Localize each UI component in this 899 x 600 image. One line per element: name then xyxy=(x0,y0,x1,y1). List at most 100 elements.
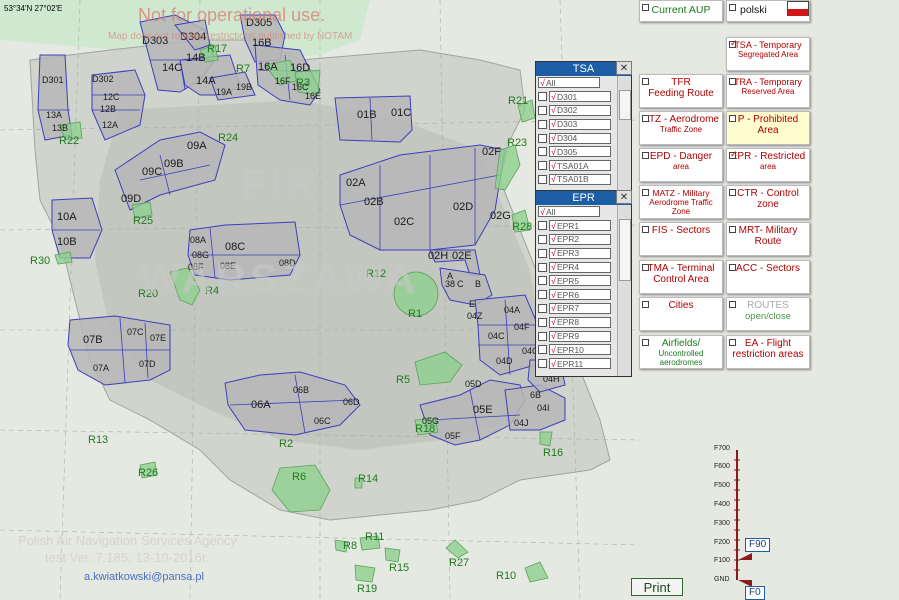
svg-text:02G: 02G xyxy=(490,210,511,222)
mrt-layer-button[interactable]: MRT- Military Route xyxy=(726,222,810,256)
epr-list: √ All √ EPR1 √ EPR2 √ EPR3 √ EPR4 √ EPR5 √ EPR6… xyxy=(536,205,631,376)
routes-checkbox[interactable] xyxy=(729,301,736,308)
tsa-popup-close-button[interactable]: ✕ xyxy=(616,61,632,75)
svg-text:R3: R3 xyxy=(296,77,310,89)
epr-scrollbar[interactable] xyxy=(617,205,631,376)
not-operational-warning: Not for operational use. xyxy=(138,5,326,25)
svg-text:R25: R25 xyxy=(133,215,153,227)
svg-text:R19: R19 xyxy=(357,583,377,595)
epr-popup: EPR ✕ √ All √ EPR1 √ EPR2 √ EPR3 √ EPR4 √ EPR5… xyxy=(535,190,632,377)
epd-checkbox[interactable] xyxy=(642,152,649,159)
svg-text:R24: R24 xyxy=(218,132,238,144)
language-checkbox[interactable] xyxy=(729,4,736,11)
svg-text:16A: 16A xyxy=(258,61,278,73)
acc-layer-button[interactable]: ACC - Sectors xyxy=(726,260,810,294)
tsa-list: √ All √ D301 √ D302 √ D303 √ D304 √ D305 √ TSA0… xyxy=(536,76,631,190)
epr-checkbox[interactable] xyxy=(729,149,738,160)
altitude-slider[interactable]: F700 F600 F500 F400 F300 F200 F100 GND xyxy=(700,440,790,600)
ea-checkbox[interactable] xyxy=(729,339,736,346)
svg-text:07A: 07A xyxy=(93,363,109,373)
svg-text:D302: D302 xyxy=(92,74,114,84)
svg-text:04Z: 04Z xyxy=(467,311,483,321)
svg-text:04F: 04F xyxy=(514,322,530,332)
svg-text:R21: R21 xyxy=(508,95,528,107)
upper-limit-handle[interactable] xyxy=(738,553,752,560)
altitude-tick-label: F400 xyxy=(714,501,730,508)
tsa-checkbox[interactable] xyxy=(729,38,738,49)
fis-layer-button[interactable]: FIS - Sectors xyxy=(639,222,723,256)
fir-name-label: WARSZAWA xyxy=(140,255,420,302)
prohibited-layer-button[interactable]: P - Prohibited Area xyxy=(726,111,810,145)
svg-text:R28: R28 xyxy=(512,221,532,233)
tsa-popup: TSA ✕ √ All √ D301 √ D302 √ D303 √ D304 √ D305… xyxy=(535,61,632,191)
tra-checkbox[interactable] xyxy=(729,78,736,85)
svg-text:02C: 02C xyxy=(394,216,414,228)
svg-text:09A: 09A xyxy=(187,140,207,152)
print-button[interactable]: Print xyxy=(631,578,683,596)
tsa-popup-title: TSA xyxy=(572,63,595,75)
prohibited-checkbox[interactable] xyxy=(729,115,736,122)
svg-text:R16: R16 xyxy=(543,447,563,459)
svg-text:14A: 14A xyxy=(196,75,216,87)
epr-layer-button[interactable]: EPR - Restrictedarea xyxy=(726,148,810,182)
ea-layer-button[interactable]: EA - Flight restriction areas xyxy=(726,335,810,369)
area-r19 xyxy=(354,564,376,583)
svg-text:02D: 02D xyxy=(453,201,473,213)
svg-text:10B: 10B xyxy=(57,236,77,248)
svg-text:6B: 6B xyxy=(530,390,541,400)
svg-text:07E: 07E xyxy=(150,333,166,343)
svg-text:C: C xyxy=(457,279,464,289)
tma-checkbox[interactable] xyxy=(642,264,649,271)
current-aup-checkbox[interactable] xyxy=(642,4,649,11)
svg-text:R11: R11 xyxy=(365,531,384,543)
epd-layer-button[interactable]: EPD - Danger area xyxy=(639,148,723,182)
svg-text:D301: D301 xyxy=(42,75,64,85)
svg-text:04A: 04A xyxy=(504,305,520,315)
airfields-checkbox[interactable] xyxy=(642,339,649,346)
tra-layer-button[interactable]: TRA - Temporary Reserved Area xyxy=(726,74,810,108)
routes-layer-button[interactable]: ROUTES open/close xyxy=(726,297,810,331)
cities-checkbox[interactable] xyxy=(642,301,649,308)
svg-text:B: B xyxy=(475,279,481,289)
fis-checkbox[interactable] xyxy=(642,226,649,233)
tfr-layer-button[interactable]: TFR Feeding Route xyxy=(639,74,723,108)
lower-altitude-readout[interactable]: F0 xyxy=(745,586,765,600)
altitude-tick-label: F100 xyxy=(714,557,730,564)
acc-checkbox[interactable] xyxy=(729,264,736,271)
tma-layer-button[interactable]: TMA - Terminal Control Area xyxy=(639,260,723,294)
svg-text:06D: 06D xyxy=(343,397,360,407)
svg-text:R6: R6 xyxy=(292,471,306,483)
matz-checkbox[interactable] xyxy=(642,189,649,196)
tfr-checkbox[interactable] xyxy=(642,78,649,85)
ctr-layer-button[interactable]: CTR - Control zone xyxy=(726,185,810,219)
current-aup-button[interactable]: Current AUP xyxy=(639,0,723,22)
atz-layer-button[interactable]: ATZ - Aerodrome Traffic Zone xyxy=(639,111,723,145)
airfields-layer-button[interactable]: Airfields/Uncontrolled aerodromes xyxy=(639,335,723,369)
epr-popup-close-button[interactable]: ✕ xyxy=(616,190,632,204)
svg-text:R2: R2 xyxy=(279,438,293,450)
svg-text:12C: 12C xyxy=(103,92,120,102)
contact-email-link[interactable]: a.kwiatkowski@pansa.pl xyxy=(84,571,204,583)
polish-flag-icon[interactable] xyxy=(787,1,809,16)
svg-text:01C: 01C xyxy=(391,107,411,119)
svg-text:R27: R27 xyxy=(449,557,469,569)
tsa-scrollbar[interactable] xyxy=(617,76,631,190)
svg-text:04J: 04J xyxy=(514,418,529,428)
svg-text:19A: 19A xyxy=(216,87,232,97)
upper-altitude-readout[interactable]: F90 xyxy=(745,538,771,552)
epr-popup-header: EPR ✕ xyxy=(536,190,632,205)
mrt-checkbox[interactable] xyxy=(729,226,736,233)
svg-text:05F: 05F xyxy=(445,431,461,441)
matz-layer-button[interactable]: MATZ - Military Aerodrome Traffic Zone xyxy=(639,185,723,219)
svg-text:13A: 13A xyxy=(46,110,62,120)
altitude-tick-label: F500 xyxy=(714,482,730,489)
svg-text:02F: 02F xyxy=(482,146,501,158)
atz-checkbox[interactable] xyxy=(642,115,649,122)
altitude-ticks: F700 F600 F500 F400 F300 F200 F100 GND xyxy=(714,445,730,583)
tsa-layer-button[interactable]: TSA - TemporarySegregated Area xyxy=(726,37,810,71)
fir-label: FIR xyxy=(240,160,320,207)
epr-popup-title: EPR xyxy=(572,192,595,204)
cities-layer-button[interactable]: Cities xyxy=(639,297,723,331)
ctr-checkbox[interactable] xyxy=(729,189,736,196)
svg-text:R1: R1 xyxy=(408,308,422,320)
